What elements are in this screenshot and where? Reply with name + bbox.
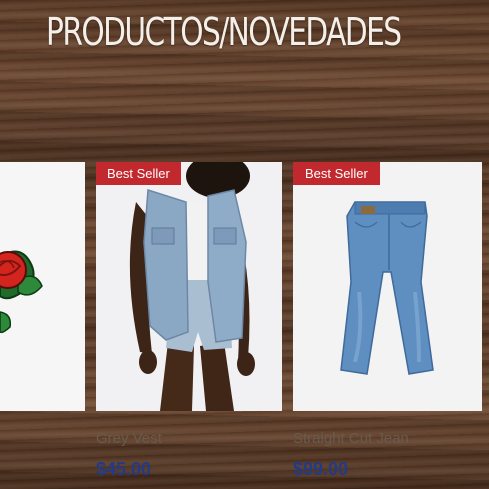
best-seller-badge: Best Seller bbox=[293, 162, 380, 185]
product-card[interactable]: Best Seller bbox=[293, 162, 482, 411]
best-seller-badge: Best Seller bbox=[96, 162, 181, 185]
product-price: $45.00 bbox=[96, 459, 152, 479]
page-title: PRODUCTOS/NOVEDADES bbox=[46, 10, 402, 54]
jeans-image bbox=[340, 201, 434, 375]
product-name[interactable]: Straight Cut Jean bbox=[293, 430, 409, 447]
product-card[interactable] bbox=[0, 162, 85, 411]
denim-vest-image bbox=[129, 162, 255, 411]
product-card[interactable]: Best Seller bbox=[96, 162, 282, 411]
product-name[interactable]: Grey Vest bbox=[96, 430, 162, 447]
product-price: $99.00 bbox=[293, 459, 349, 479]
rose-patch-image bbox=[0, 250, 43, 334]
